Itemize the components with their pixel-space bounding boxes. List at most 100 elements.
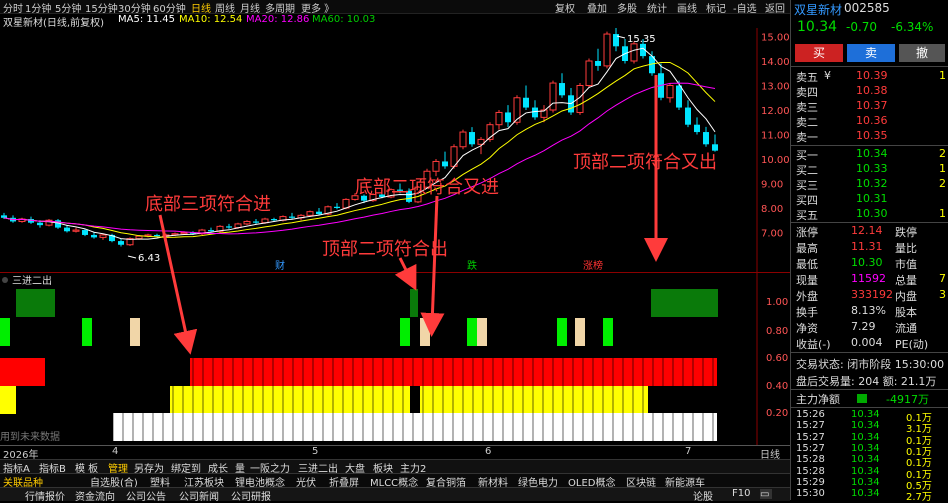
- annotation-arrows: [158, 75, 668, 355]
- ask-level-label: 卖三: [796, 101, 818, 114]
- trading-status: 交易状态: 闭市阶段 15:30:00: [796, 358, 945, 371]
- stat-label: PE(动): [895, 338, 929, 351]
- bottom-tabs: 行情报价 资金流向 公司公告 公司新闻 公司研报 论股 F10 ▭: [0, 487, 790, 503]
- stock-code: 002585: [844, 1, 890, 15]
- bid-level-label: 买四: [796, 194, 818, 207]
- bid-level-label: 买三: [796, 179, 818, 192]
- tick-price: 10.34: [851, 488, 880, 500]
- tick-time: 15:27: [796, 442, 825, 454]
- month-label: 5: [312, 446, 319, 457]
- ask-price: 10.36: [856, 114, 888, 127]
- tick-price: 10.34: [851, 442, 880, 454]
- stat-label: 总量: [895, 274, 917, 287]
- tick-price: 10.34: [851, 409, 880, 420]
- bid-level-label: 买二: [796, 164, 818, 177]
- cancel-order-button[interactable]: 撤: [899, 44, 945, 62]
- price-change-pct: -6.34%: [891, 20, 934, 34]
- bid-price: 10.33: [856, 162, 888, 175]
- f10-button[interactable]: F10: [732, 488, 750, 499]
- tick-time: 15:30: [796, 488, 825, 500]
- indicator-tabs: 指标A 指标B 模 板 管理 另存为 绑定到 成长 量 一阪之力 三进二出 大盘…: [0, 459, 790, 475]
- stat-value: 11592: [851, 272, 886, 285]
- tick-time: 15:26: [796, 409, 825, 420]
- tick-time: 15:28: [796, 465, 825, 477]
- ask-level-mark: ¥: [824, 69, 831, 82]
- buy-button[interactable]: 买: [795, 44, 843, 62]
- bid-level-label: 买五: [796, 209, 818, 222]
- main-flow-label: 主力净额: [796, 393, 840, 406]
- bid-volume: 1: [939, 162, 946, 175]
- tab-quote[interactable]: 行情报价: [25, 488, 65, 503]
- tab-research[interactable]: 公司研报: [231, 488, 271, 503]
- ask-price: 10.35: [856, 129, 888, 142]
- main-flow-value: -4917万: [886, 393, 929, 406]
- stock-name: 双星新材: [794, 3, 843, 17]
- stat-label: 换手: [796, 306, 818, 319]
- ask-volume: 1: [939, 69, 946, 82]
- bid-price: 10.31: [856, 192, 888, 205]
- stat-label: 内盘: [895, 290, 917, 303]
- stat-label: 市值: [895, 258, 917, 271]
- stat-value: 11.31: [851, 240, 883, 253]
- expand-icon[interactable]: ▭: [760, 489, 772, 500]
- stat-label: 跌停: [895, 226, 917, 239]
- stat-value: 8.13%: [851, 304, 886, 317]
- bid-level-label: 买一: [796, 149, 818, 162]
- ask-price: 10.38: [856, 84, 888, 97]
- stat-value: 10.30: [851, 256, 883, 269]
- stat-label: 最低: [796, 258, 818, 271]
- related-tabs: 关联品种 自选股(合) 塑料 江苏板块 锂电池概念 光伏 折叠屏 MLCC概念 …: [0, 473, 790, 489]
- date-axis: 2026年 4 5 6 7 日线: [0, 445, 790, 461]
- month-label: 6: [485, 446, 492, 457]
- ask-level-label: 卖二: [796, 116, 818, 129]
- stat-label: 外盘: [796, 290, 818, 303]
- tab-news[interactable]: 公司新闻: [179, 488, 219, 503]
- month-label: 7: [685, 446, 692, 457]
- lungu-button[interactable]: 论股: [693, 488, 713, 503]
- stat-value: 7.29: [851, 320, 876, 333]
- stat-label: 现量: [796, 274, 818, 287]
- annotation-top-two-out-again: 顶部二项符合又出: [573, 152, 717, 173]
- tab-announcement[interactable]: 公司公告: [126, 488, 166, 503]
- stat-value: 3: [939, 288, 946, 301]
- ask-level-label: 卖四: [796, 86, 818, 99]
- month-label: 4: [112, 446, 119, 457]
- stat-value: 333192: [851, 288, 893, 301]
- stat-label: 最高: [796, 242, 818, 255]
- after-hours-volume: 盘后交易量: 204 额: 21.1万: [796, 375, 937, 388]
- stat-label: 净资: [796, 322, 818, 335]
- bid-volume: 1: [939, 207, 946, 220]
- stat-label: 股本: [895, 306, 917, 319]
- tick-price: 10.34: [851, 454, 880, 466]
- stat-value: 0.004: [851, 336, 883, 349]
- tick-volume: 2.7万: [906, 492, 932, 503]
- ask-price: 10.39: [856, 69, 888, 82]
- stat-label: 流通: [895, 322, 917, 335]
- stat-label: 收益(-): [796, 338, 831, 351]
- sell-button[interactable]: 卖: [847, 44, 895, 62]
- ask-price: 10.37: [856, 99, 888, 112]
- bid-price: 10.34: [856, 147, 888, 160]
- ask-level-label: 卖五: [796, 71, 818, 84]
- stat-value: 12.14: [851, 224, 883, 237]
- stat-value: 7: [939, 272, 946, 285]
- bid-volume: 2: [939, 177, 946, 190]
- tick-time: 15:27: [796, 431, 825, 443]
- annotation-bottom-two-again: 底部二项符合又进: [355, 177, 499, 198]
- stat-label: 涨停: [796, 226, 818, 239]
- flow-bar-icon: [857, 394, 867, 403]
- tab-fund-flow[interactable]: 资金流向: [75, 488, 115, 503]
- stat-label: 量比: [895, 242, 917, 255]
- tick-time: 15:27: [796, 420, 825, 432]
- annotation-top-two-out: 顶部二项符合出: [322, 239, 448, 260]
- price-change: -0.70: [846, 20, 878, 34]
- tick-time: 15:28: [796, 454, 825, 466]
- bid-price: 10.30: [856, 207, 888, 220]
- ask-level-label: 卖一: [796, 131, 818, 144]
- annotation-bottom-three: 底部三项符合进: [145, 194, 271, 215]
- quote-panel: 双星新材 002585 10.34 -0.70 -6.34% 买 卖 撤 卖五 ¥…: [790, 0, 948, 503]
- bid-price: 10.32: [856, 177, 888, 190]
- tick-price: 10.34: [851, 476, 880, 488]
- bid-volume: 2: [939, 147, 946, 160]
- tick-price: 10.34: [851, 420, 880, 432]
